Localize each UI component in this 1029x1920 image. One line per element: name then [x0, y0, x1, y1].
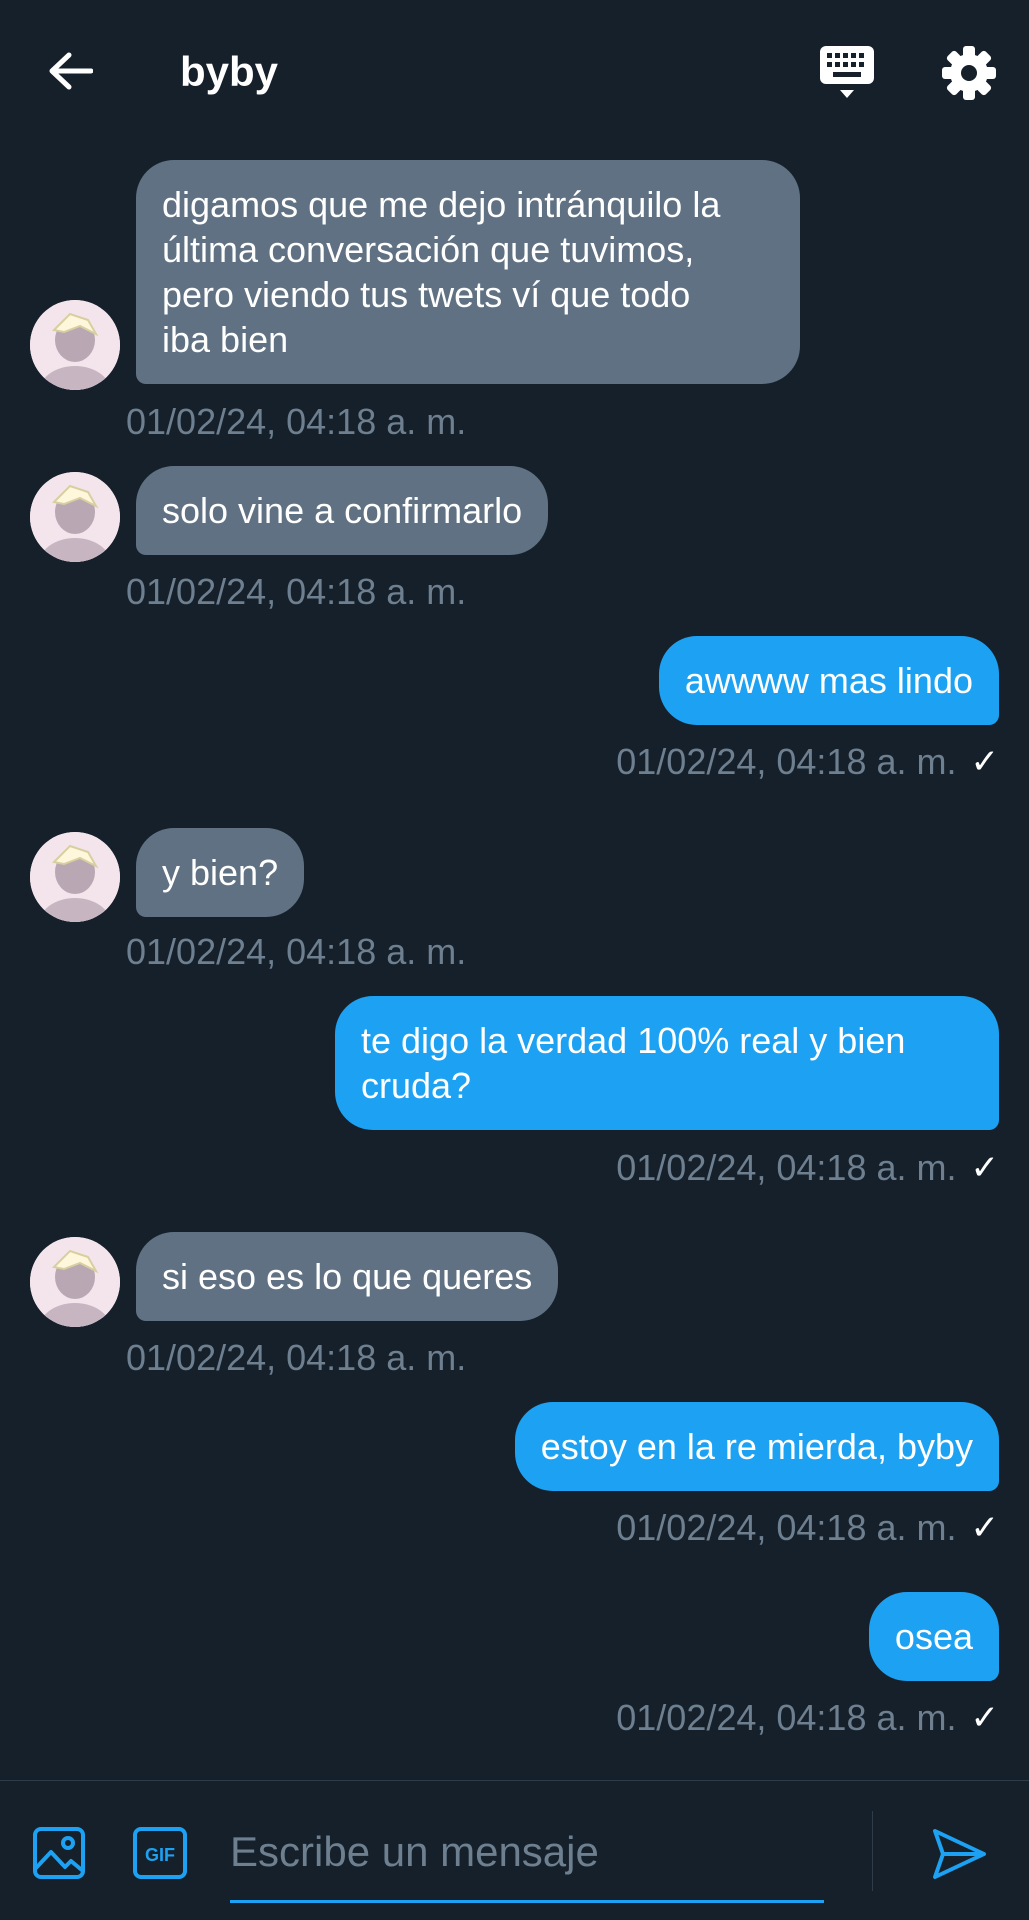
add-image-button[interactable]: [32, 1826, 86, 1880]
send-icon: [933, 1829, 986, 1879]
composer-divider: [872, 1811, 873, 1891]
message-line: pero viendo tus twets ví que todo: [162, 274, 691, 315]
message-bubble-sent[interactable]: osea: [868, 1592, 999, 1681]
check-icon: ✓: [970, 1149, 1000, 1187]
add-gif-button[interactable]: GIF: [132, 1826, 188, 1880]
message-timestamp: 01/02/24, 04:18 a. m.: [616, 1147, 957, 1188]
back-button[interactable]: [40, 46, 100, 96]
chat-header: byby: [0, 0, 1029, 140]
message-line: cruda?: [361, 1065, 472, 1106]
message-bubble-received[interactable]: solo vine a confirmarlo: [136, 466, 549, 555]
message-line: si eso es lo que queres: [162, 1256, 533, 1297]
gear-icon: [942, 46, 996, 100]
conversation-title: byby: [180, 48, 279, 95]
message-timestamp-row: 01/02/24, 04:18 a. m. ✓: [616, 1696, 999, 1740]
message-timestamp: 01/02/24, 04:18 a. m.: [616, 741, 957, 782]
arrow-left-icon: [49, 52, 93, 90]
message-timestamp: 01/02/24, 04:18 a. m.: [126, 571, 467, 612]
image-icon: [33, 1827, 85, 1879]
message-timestamp: 01/02/24, 04:18 a. m.: [126, 401, 467, 442]
message-line: te digo la verdad 100% real y bien: [361, 1020, 906, 1061]
avatar[interactable]: [30, 300, 120, 390]
keyboard-button[interactable]: [818, 44, 878, 102]
message-line: awwww mas lindo: [684, 660, 973, 701]
message-timestamp-row: 01/02/24, 04:18 a. m. ✓: [616, 1506, 999, 1550]
message-timestamp-row: 01/02/24, 04:18 a. m. ✓: [616, 740, 999, 784]
message-bubble-sent[interactable]: awwww mas lindo: [658, 636, 999, 725]
message-list[interactable]: digamos que me dejo intránquilo la últim…: [0, 140, 1029, 1780]
message-bubble-sent[interactable]: te digo la verdad 100% real y bien cruda…: [335, 996, 999, 1130]
message-line: osea: [894, 1616, 973, 1657]
message-timestamp: 01/02/24, 04:18 a. m.: [616, 1507, 957, 1548]
avatar-image: [30, 832, 120, 922]
send-button[interactable]: [930, 1825, 988, 1883]
message-timestamp-row: 01/02/24, 04:18 a. m. ✓: [616, 1146, 999, 1190]
settings-button[interactable]: [940, 44, 998, 102]
avatar-image: [30, 472, 120, 562]
message-line: solo vine a confirmarlo: [162, 490, 523, 531]
avatar-image: [30, 1237, 120, 1327]
avatar[interactable]: [30, 472, 120, 562]
message-line: última conversación que tuvimos,: [162, 229, 695, 270]
message-line: estoy en la re mierda, byby: [540, 1426, 973, 1467]
check-icon: ✓: [970, 743, 1000, 781]
check-icon: ✓: [970, 1699, 1000, 1737]
check-icon: ✓: [970, 1509, 1000, 1547]
message-line: digamos que me dejo intránquilo la: [162, 184, 721, 225]
avatar[interactable]: [30, 1237, 120, 1327]
message-line: y bien?: [162, 852, 279, 893]
message-line: iba bien: [162, 319, 289, 360]
message-bubble-received[interactable]: si eso es lo que queres: [136, 1232, 559, 1321]
message-timestamp: 01/02/24, 04:18 a. m.: [616, 1697, 957, 1738]
avatar-image: [30, 300, 120, 390]
message-timestamp: 01/02/24, 04:18 a. m.: [126, 931, 467, 972]
message-bubble-received[interactable]: y bien?: [136, 828, 305, 917]
message-timestamp: 01/02/24, 04:18 a. m.: [126, 1337, 467, 1378]
gif-label: GIF: [145, 1845, 175, 1865]
gif-icon: GIF: [133, 1827, 187, 1879]
message-bubble-received[interactable]: digamos que me dejo intránquilo la últim…: [136, 160, 800, 384]
message-bubble-sent[interactable]: estoy en la re mierda, byby: [514, 1402, 999, 1491]
keyboard-icon: [820, 46, 874, 98]
avatar[interactable]: [30, 832, 120, 922]
message-input[interactable]: [230, 1803, 824, 1903]
message-composer: GIF: [0, 1780, 1029, 1920]
